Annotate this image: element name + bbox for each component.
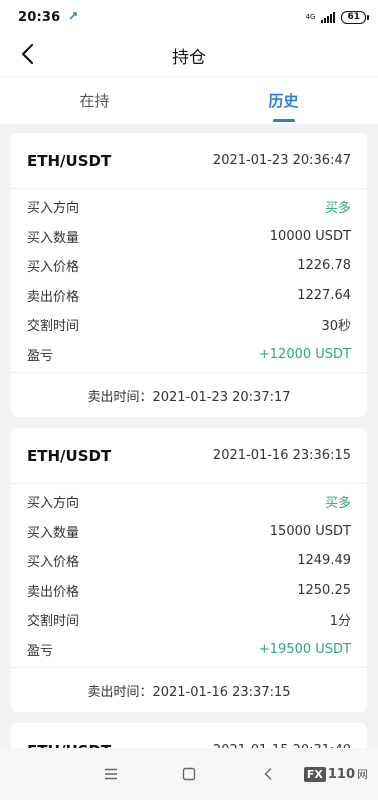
system-nav-bar: FX 110 网 xyxy=(0,748,378,800)
profit-value: +19500 USDT xyxy=(258,641,351,657)
system-back-button[interactable] xyxy=(256,762,280,786)
menu-icon xyxy=(105,768,117,780)
app-notification-icon xyxy=(68,11,78,24)
buy-amount-value: 15000 USDT xyxy=(269,523,351,539)
watermark-suffix: 网 xyxy=(357,768,368,781)
sell-price-value: 1250.25 xyxy=(297,582,351,598)
detail-row: 买入数量 15000 USDT xyxy=(11,517,367,547)
trading-pair: ETH/USDT xyxy=(27,151,112,170)
row-label: 卖出价格 xyxy=(27,289,80,305)
tab-history[interactable]: 历史 xyxy=(189,77,378,124)
network-type: 4G xyxy=(305,12,316,21)
status-bar: 20:36 4G 61 xyxy=(0,0,378,34)
detail-row: 买入方向 买多 xyxy=(11,192,367,222)
home-button[interactable] xyxy=(177,762,201,786)
detail-row: 交割时间 1分 xyxy=(11,605,367,635)
row-label: 交割时间 xyxy=(27,614,80,630)
row-label: 盈亏 xyxy=(27,643,54,659)
trading-pair: ETH/USDT xyxy=(27,446,112,465)
row-label: 买入方向 xyxy=(27,496,80,512)
detail-row: 盈亏 +12000 USDT xyxy=(11,340,367,370)
profit-value: +12000 USDT xyxy=(258,346,351,362)
detail-row: 买入价格 1226.78 xyxy=(11,251,367,281)
row-label: 买入数量 xyxy=(27,230,80,246)
back-button[interactable] xyxy=(12,39,42,69)
settlement-time-value: 30秒 xyxy=(321,319,351,335)
watermark-number: 110 xyxy=(327,766,355,782)
card-header: ETH/USDT 2021-01-16 23:36:15 xyxy=(11,428,367,484)
chevron-left-icon xyxy=(264,768,272,780)
battery-icon: 61 xyxy=(341,10,369,24)
detail-row: 买入数量 10000 USDT xyxy=(11,222,367,252)
history-card: ETH/USDT 2021-01-23 20:36:47 买入方向 买多 买入数… xyxy=(11,133,367,417)
watermark-logo: FX 110 网 xyxy=(303,766,368,782)
tab-holding[interactable]: 在持 xyxy=(0,77,189,124)
buy-price-value: 1249.49 xyxy=(297,553,351,569)
tab-bar: 在持 历史 xyxy=(0,76,378,124)
row-label: 买入数量 xyxy=(27,525,80,541)
buy-price-value: 1226.78 xyxy=(297,258,351,274)
order-time: 2021-01-23 20:36:47 xyxy=(212,153,351,168)
settlement-time-value: 1分 xyxy=(329,614,351,630)
detail-row: 卖出价格 1227.64 xyxy=(11,281,367,311)
row-label: 买入价格 xyxy=(27,555,80,571)
signal-icon xyxy=(321,11,336,23)
active-tab-indicator xyxy=(273,119,295,122)
detail-row: 盈亏 +19500 USDT xyxy=(11,635,367,665)
history-card: ETH/USDT 2021-01-16 23:36:15 买入方向 买多 买入数… xyxy=(11,428,367,712)
detail-row: 卖出价格 1250.25 xyxy=(11,576,367,606)
square-icon xyxy=(182,767,196,781)
page-title: 持仓 xyxy=(172,47,206,68)
sell-time: 卖出时间：2021-01-23 20:37:17 xyxy=(11,372,367,417)
sell-price-value: 1227.64 xyxy=(297,287,351,303)
watermark-badge: FX xyxy=(303,766,326,782)
card-header: ETH/USDT 2021-01-23 20:36:47 xyxy=(11,133,367,189)
detail-list: 买入方向 买多 买入数量 15000 USDT 买入价格 1249.49 卖出价… xyxy=(11,484,367,664)
sell-time: 卖出时间：2021-01-16 23:37:15 xyxy=(11,667,367,712)
detail-row: 交割时间 30秒 xyxy=(11,310,367,340)
recent-apps-button[interactable] xyxy=(99,762,123,786)
chevron-left-icon xyxy=(21,43,34,65)
buy-direction-value: 买多 xyxy=(324,201,351,217)
detail-row: 买入方向 买多 xyxy=(11,487,367,517)
row-label: 卖出价格 xyxy=(27,584,80,600)
detail-list: 买入方向 买多 买入数量 10000 USDT 买入价格 1226.78 卖出价… xyxy=(11,189,367,369)
buy-amount-value: 10000 USDT xyxy=(269,228,351,244)
row-label: 买入方向 xyxy=(27,201,80,217)
row-label: 盈亏 xyxy=(27,348,54,364)
status-time: 20:36 xyxy=(18,9,61,25)
row-label: 交割时间 xyxy=(27,319,80,335)
app-header: 持仓 xyxy=(0,34,378,76)
buy-direction-value: 买多 xyxy=(324,496,351,512)
row-label: 买入价格 xyxy=(27,260,80,276)
detail-row: 买入价格 1249.49 xyxy=(11,546,367,576)
order-time: 2021-01-16 23:36:15 xyxy=(212,448,351,463)
